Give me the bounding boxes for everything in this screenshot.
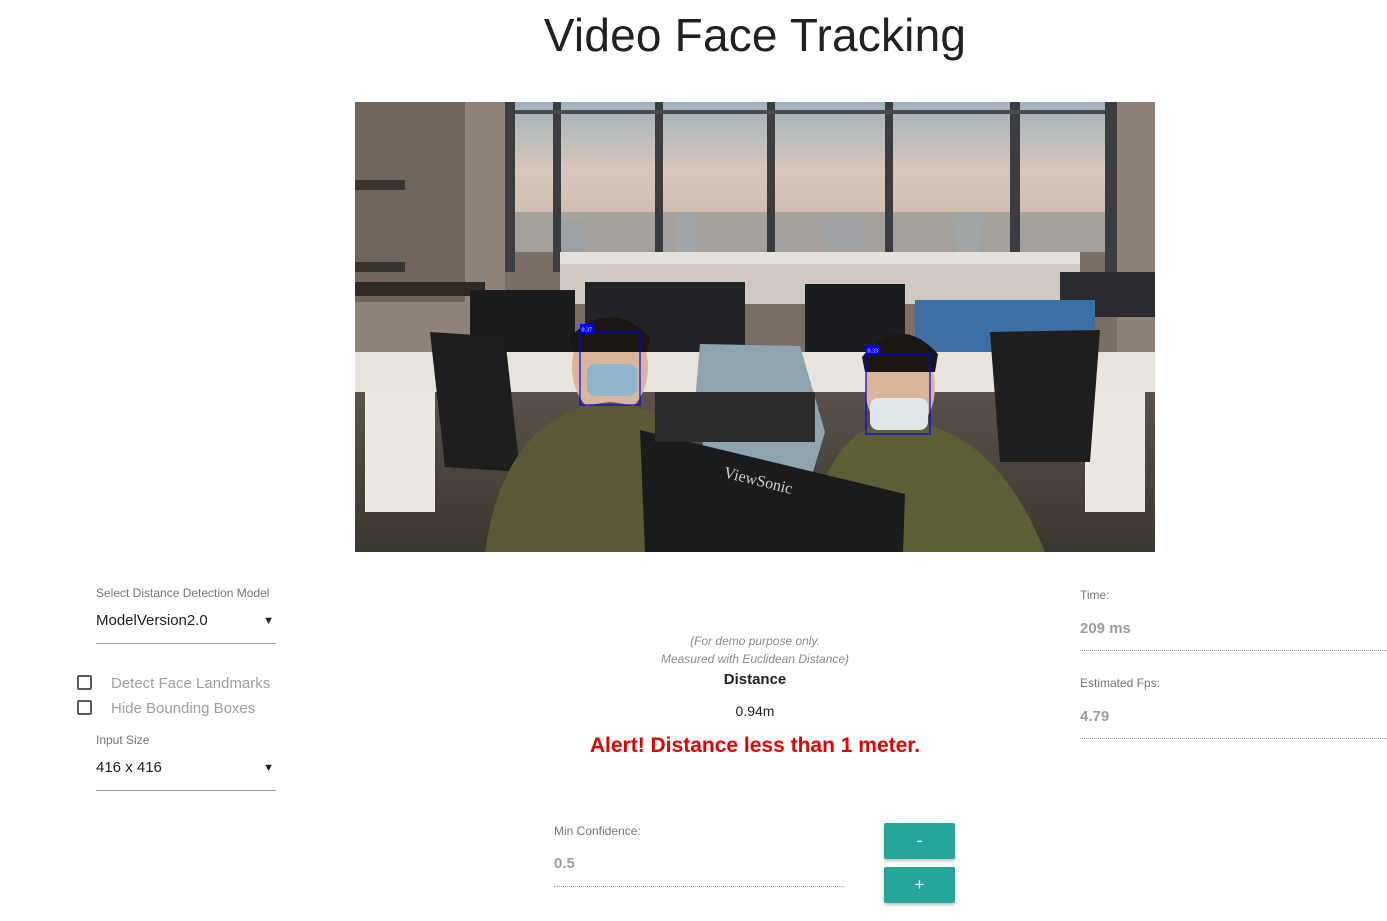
- min-confidence-field: 0.5: [554, 846, 844, 887]
- fps-field: 4.79: [1080, 698, 1387, 739]
- input-size-label: Input Size: [96, 733, 150, 747]
- detection-score-label: 0.33: [868, 349, 879, 355]
- fps-value: 4.79: [1080, 708, 1110, 725]
- increase-confidence-button[interactable]: +: [884, 867, 955, 903]
- detection-score-label: 0.37: [582, 328, 593, 334]
- min-confidence-value: 0.5: [554, 855, 575, 872]
- video-frame: ViewSonic 0.37 0.33: [355, 102, 1155, 552]
- fps-label: Estimated Fps:: [1080, 676, 1161, 690]
- min-confidence-label: Min Confidence:: [554, 824, 641, 838]
- page-title: Video Face Tracking: [543, 9, 967, 61]
- distance-alert: Alert! Distance less than 1 meter.: [589, 734, 921, 757]
- dropdown-caret-icon: ▼: [263, 615, 274, 627]
- time-value: 209 ms: [1080, 620, 1131, 637]
- demo-note-line2: Measured with Euclidean Distance): [660, 652, 850, 666]
- demo-note-line1: (For demo purpose only.: [690, 634, 820, 648]
- time-field: 209 ms: [1080, 610, 1387, 651]
- hide-boxes-label[interactable]: Hide Bounding Boxes: [111, 700, 255, 717]
- model-select[interactable]: ModelVersion2.0 ▼: [96, 608, 276, 644]
- decrease-confidence-button[interactable]: -: [884, 823, 955, 859]
- hide-boxes-checkbox[interactable]: [77, 700, 92, 715]
- input-size-select[interactable]: 416 x 416 ▼: [96, 755, 276, 791]
- distance-value: 0.94m: [735, 703, 775, 719]
- model-select-value: ModelVersion2.0: [96, 612, 208, 629]
- model-select-label: Select Distance Detection Model: [96, 586, 270, 600]
- time-label: Time:: [1080, 588, 1110, 602]
- input-size-value: 416 x 416: [96, 759, 162, 776]
- detect-landmarks-checkbox[interactable]: [77, 675, 92, 690]
- detect-landmarks-label[interactable]: Detect Face Landmarks: [111, 675, 270, 692]
- dropdown-caret-icon: ▼: [263, 762, 274, 774]
- distance-title: Distance: [723, 671, 787, 688]
